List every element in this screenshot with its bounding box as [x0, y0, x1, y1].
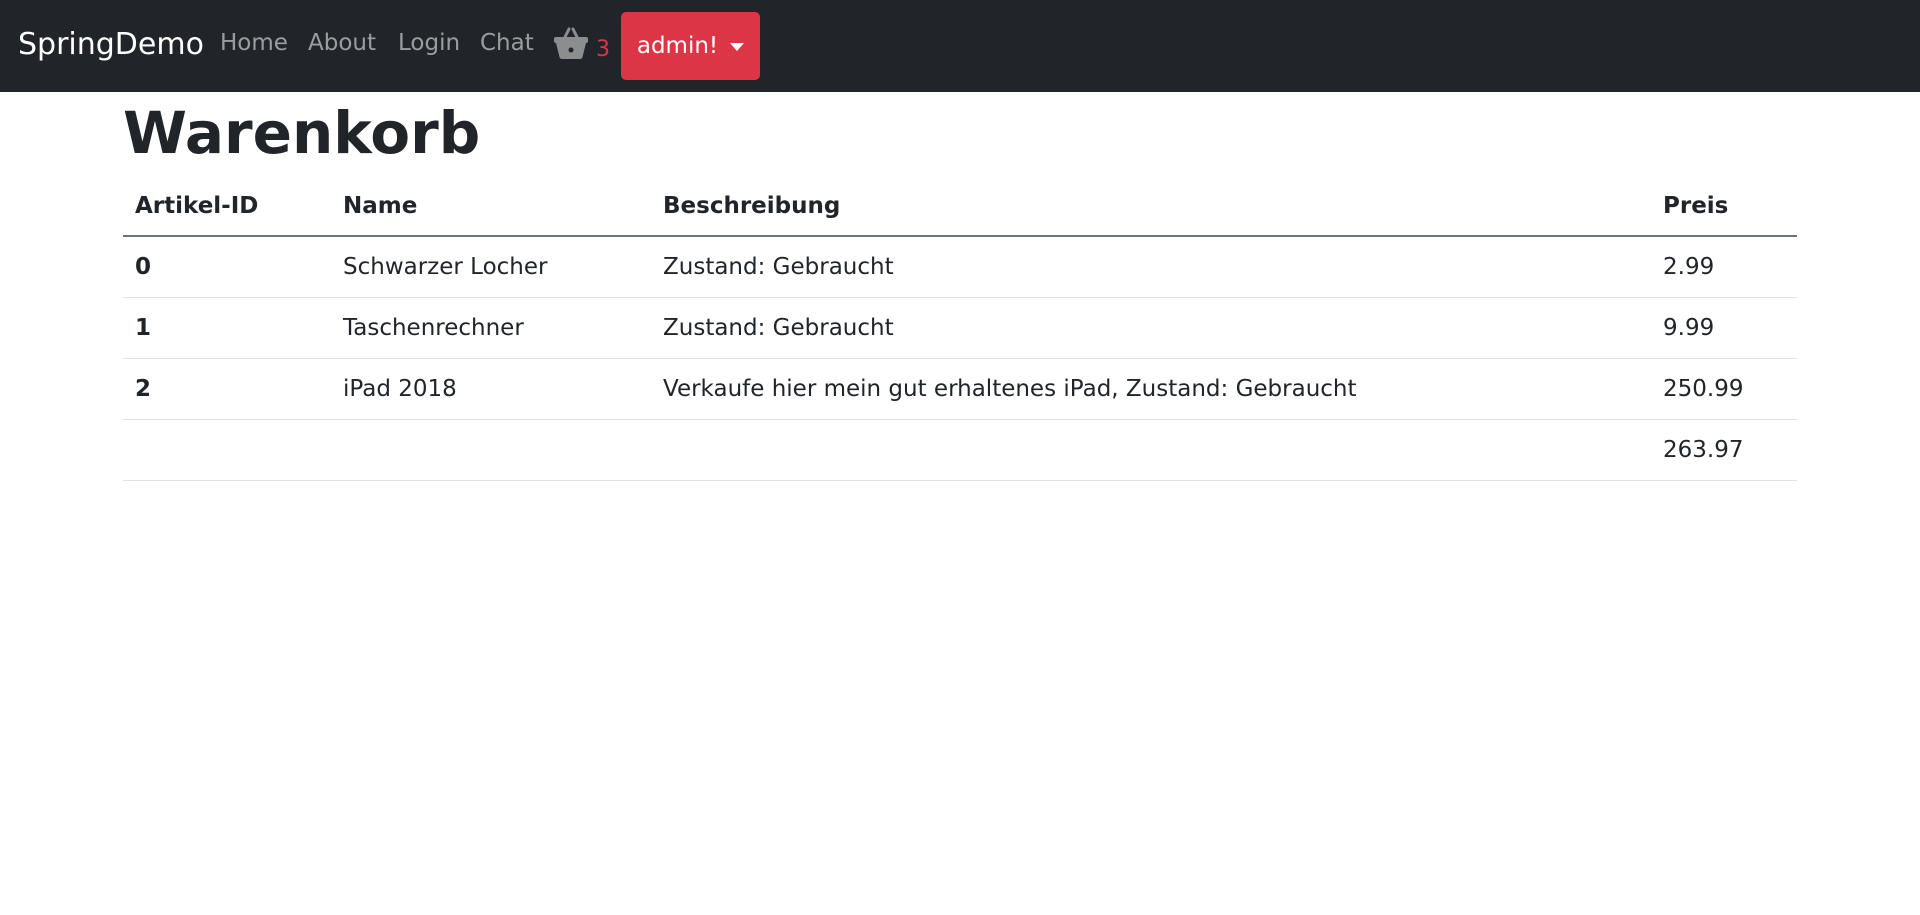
- user-dropdown-label: admin!: [636, 33, 719, 59]
- total-empty-cell: [651, 419, 1651, 481]
- cell-description: Verkaufe hier mein gut erhaltenes iPad, …: [651, 358, 1651, 420]
- total-empty-cell: [123, 419, 331, 481]
- cell-id: 1: [123, 297, 331, 359]
- table-row: 1 Taschenrechner Zustand: Gebraucht 9.99: [123, 297, 1797, 359]
- nav-chat-link[interactable]: Chat: [480, 28, 534, 58]
- total-price: 263.97: [1651, 419, 1797, 481]
- navbar: SpringDemo Home About Login Chat 3 admin…: [0, 0, 1920, 92]
- table-total-row: 263.97: [123, 419, 1797, 481]
- cell-id: 0: [123, 236, 331, 298]
- cart-link[interactable]: 3: [553, 24, 613, 64]
- table-row: 0 Schwarzer Locher Zustand: Gebraucht 2.…: [123, 236, 1797, 298]
- cell-price: 250.99: [1651, 358, 1797, 420]
- user-dropdown-button[interactable]: admin!: [621, 12, 760, 80]
- nav-about-link[interactable]: About: [308, 28, 376, 58]
- cell-name: Taschenrechner: [331, 297, 651, 359]
- table-header-row: Artikel-ID Name Beschreibung Preis: [123, 177, 1797, 237]
- cell-name: Schwarzer Locher: [331, 236, 651, 298]
- caret-down-icon: [730, 43, 745, 51]
- brand-link[interactable]: SpringDemo: [18, 27, 204, 63]
- cart-table: Artikel-ID Name Beschreibung Preis 0 Sch…: [123, 177, 1797, 481]
- cell-description: Zustand: Gebraucht: [651, 236, 1651, 298]
- header-name: Name: [331, 177, 651, 237]
- cell-name: iPad 2018: [331, 358, 651, 420]
- cell-description: Zustand: Gebraucht: [651, 297, 1651, 359]
- cell-id: 2: [123, 358, 331, 420]
- total-empty-cell: [331, 419, 651, 481]
- cell-price: 9.99: [1651, 297, 1797, 359]
- shopping-basket-icon: [554, 27, 588, 59]
- cart-count-badge: 3: [596, 37, 610, 62]
- header-beschreibung: Beschreibung: [651, 177, 1651, 237]
- nav-home-link[interactable]: Home: [220, 28, 288, 58]
- nav-login-link[interactable]: Login: [398, 28, 460, 58]
- table-row: 2 iPad 2018 Verkaufe hier mein gut erhal…: [123, 358, 1797, 420]
- page-title: Warenkorb: [123, 99, 481, 167]
- cell-price: 2.99: [1651, 236, 1797, 298]
- header-artikel-id: Artikel-ID: [123, 177, 331, 237]
- header-preis: Preis: [1651, 177, 1797, 237]
